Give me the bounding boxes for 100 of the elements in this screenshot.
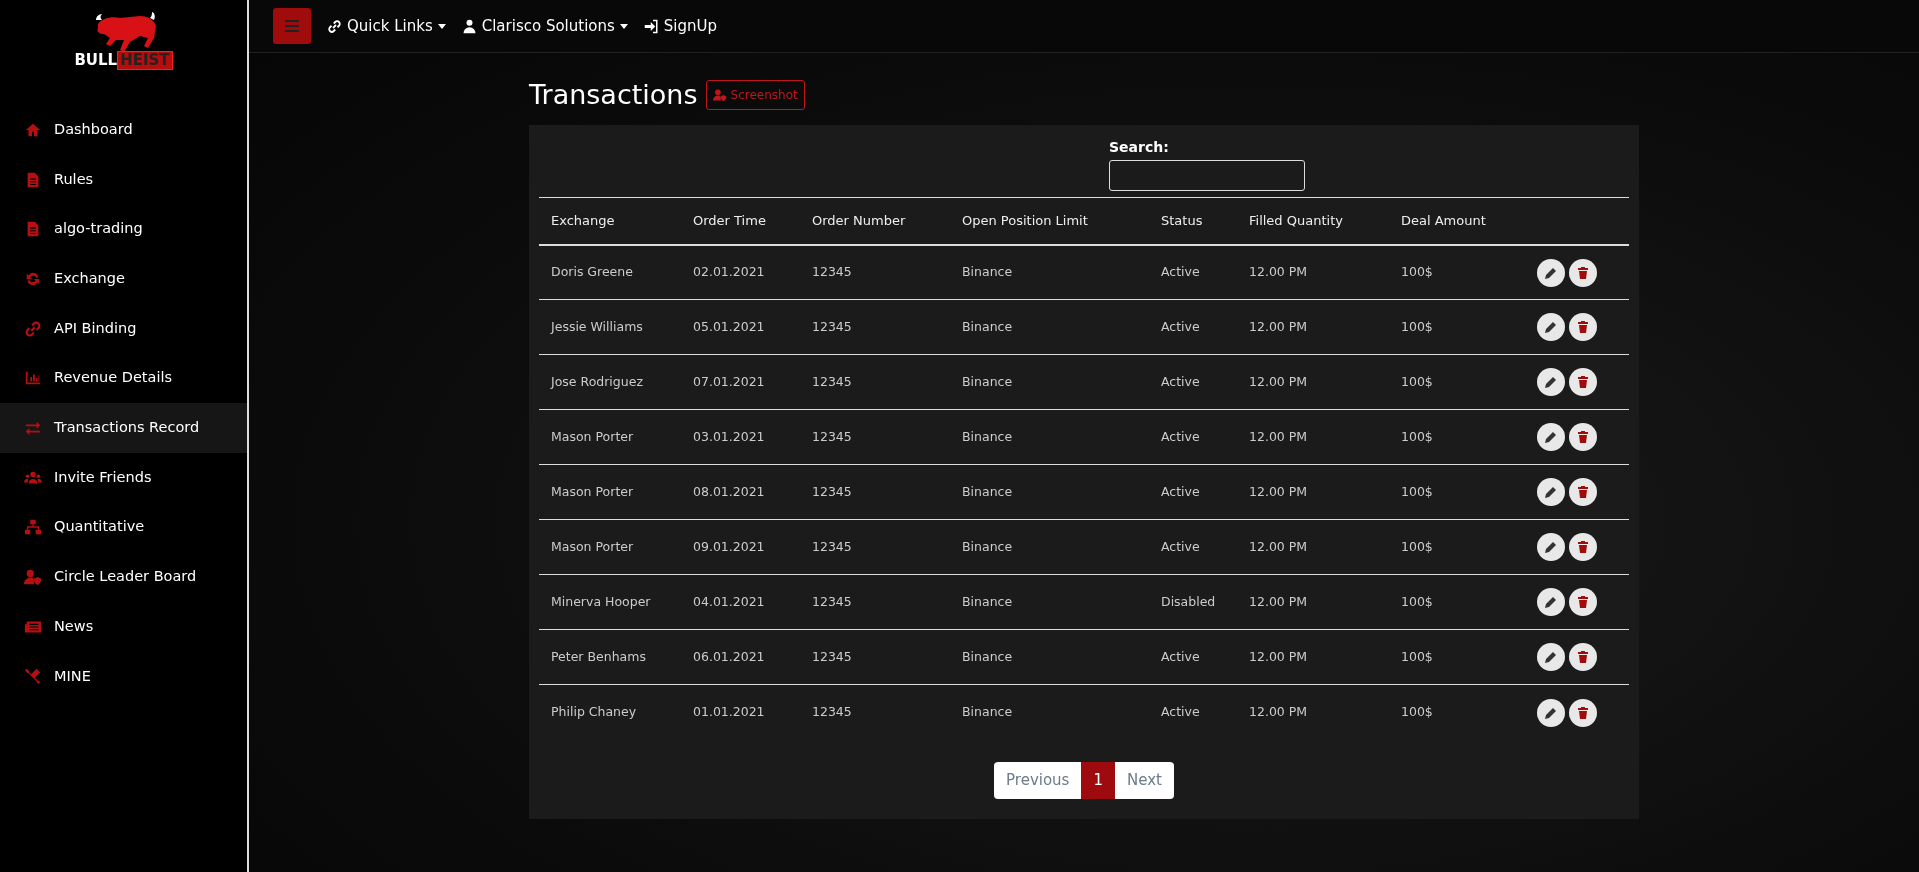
pencil-icon xyxy=(1544,430,1558,445)
table-cell: 07.01.2021 xyxy=(681,354,800,410)
table-cell: 04.01.2021 xyxy=(681,574,800,630)
pencil-icon xyxy=(1544,265,1558,280)
column-header: Order Number xyxy=(800,197,950,245)
delete-button[interactable] xyxy=(1569,258,1597,287)
table-cell: Binance xyxy=(950,519,1149,575)
table-cell: Active xyxy=(1149,519,1237,575)
user-shield-icon xyxy=(712,88,727,103)
table-cell: 12.00 PM xyxy=(1237,684,1389,740)
edit-button[interactable] xyxy=(1537,643,1565,672)
trash-icon xyxy=(1576,650,1590,665)
sidebar-item[interactable]: Quantitative xyxy=(0,502,247,553)
sidebar-item[interactable]: News xyxy=(0,601,247,652)
pencil-icon xyxy=(1544,595,1558,610)
sidebar-item[interactable]: Transactions Record xyxy=(0,403,247,453)
column-header: Open Position Limit xyxy=(950,197,1149,245)
table-cell: Active xyxy=(1149,299,1237,355)
table-cell: 12345 xyxy=(800,409,950,465)
pencil-icon xyxy=(1544,705,1558,720)
nav-link[interactable]: SignUp xyxy=(643,14,718,38)
table-cell: Binance xyxy=(950,299,1149,355)
edit-button[interactable] xyxy=(1537,368,1565,397)
table-cell: Jessie Williams xyxy=(539,299,681,355)
table-cell: Doris Greene xyxy=(539,244,681,300)
table-cell: Active xyxy=(1149,354,1237,410)
pencil-icon xyxy=(1544,485,1558,500)
delete-button[interactable] xyxy=(1569,423,1597,452)
delete-button[interactable] xyxy=(1569,643,1597,672)
sidebar-item[interactable]: Rules xyxy=(0,154,247,205)
table-cell: Binance xyxy=(950,629,1149,685)
edit-button[interactable] xyxy=(1537,313,1565,342)
sidebar-item[interactable]: algo-trading xyxy=(0,204,247,255)
table-cell: Mason Porter xyxy=(539,464,681,520)
delete-button[interactable] xyxy=(1569,533,1597,562)
table-cell: 100$ xyxy=(1389,464,1525,520)
trash-icon xyxy=(1576,430,1590,445)
pencil-icon xyxy=(1544,540,1558,555)
edit-button[interactable] xyxy=(1537,533,1565,562)
trash-icon xyxy=(1576,595,1590,610)
table-cell: Binance xyxy=(950,684,1149,740)
table-cell: Binance xyxy=(950,574,1149,630)
table-cell: 12345 xyxy=(800,519,950,575)
table-cell: 12345 xyxy=(800,629,950,685)
table-cell: Disabled xyxy=(1149,574,1237,630)
previous-button[interactable]: Previous xyxy=(994,761,1082,799)
search-field[interactable] xyxy=(1109,160,1305,192)
table-cell: 100$ xyxy=(1389,519,1525,575)
sidebar-item[interactable]: Dashboard xyxy=(0,105,247,155)
table-cell: 12345 xyxy=(800,464,950,520)
table-cell: 12.00 PM xyxy=(1237,409,1389,465)
delete-button[interactable] xyxy=(1569,698,1597,727)
table-cell: 12.00 PM xyxy=(1237,629,1389,685)
trash-icon xyxy=(1576,485,1590,500)
table-cell: Mason Porter xyxy=(539,409,681,465)
sidebar-item[interactable]: Revenue Details xyxy=(0,353,247,404)
table-cell: Jose Rodriguez xyxy=(539,354,681,410)
edit-button[interactable] xyxy=(1537,478,1565,507)
delete-button[interactable] xyxy=(1569,588,1597,617)
table-cell: 100$ xyxy=(1389,354,1525,410)
column-header: Exchange xyxy=(539,197,681,245)
sidebar-item[interactable]: Exchange xyxy=(0,254,247,304)
table-cell: Binance xyxy=(950,354,1149,410)
trash-icon xyxy=(1576,375,1590,390)
sidebar-item[interactable]: MINE xyxy=(0,651,247,702)
nav-link[interactable]: Quick Links xyxy=(327,14,446,38)
table-cell: Minerva Hooper xyxy=(539,574,681,630)
link-icon xyxy=(327,18,342,34)
menu-icon xyxy=(285,20,299,32)
table-cell: 12.00 PM xyxy=(1237,519,1389,575)
sidebar-item[interactable]: Circle Leader Board xyxy=(0,552,247,602)
table-cell: 12.00 PM xyxy=(1237,574,1389,630)
hierarchy-icon xyxy=(24,518,42,537)
table-cell: 12345 xyxy=(800,684,950,740)
table-cell: 100$ xyxy=(1389,244,1525,300)
edit-button[interactable] xyxy=(1537,258,1565,287)
table-cell: Peter Benhams xyxy=(539,629,681,685)
edit-button[interactable] xyxy=(1537,698,1565,727)
search-label: Search: xyxy=(1109,138,1170,158)
page-button[interactable]: 1 xyxy=(1081,761,1115,799)
nav-link[interactable]: Clarisco Solutions xyxy=(461,14,628,38)
delete-button[interactable] xyxy=(1569,313,1597,342)
trash-icon xyxy=(1576,705,1590,720)
table-cell: 12.00 PM xyxy=(1237,354,1389,410)
table-cell: 12345 xyxy=(800,299,950,355)
sidebar-item[interactable]: Invite Friends xyxy=(0,452,247,503)
next-button[interactable]: Next xyxy=(1115,761,1174,799)
tools-icon xyxy=(24,667,42,686)
column-header: Deal Amount xyxy=(1389,197,1525,245)
sidebar-item[interactable]: API Binding xyxy=(0,303,247,354)
table-cell: 100$ xyxy=(1389,684,1525,740)
user-shield-icon xyxy=(24,568,42,587)
delete-button[interactable] xyxy=(1569,478,1597,507)
edit-button[interactable] xyxy=(1537,588,1565,617)
edit-button[interactable] xyxy=(1537,423,1565,452)
link-icon xyxy=(24,319,42,338)
table-cell: 12345 xyxy=(800,354,950,410)
delete-button[interactable] xyxy=(1569,368,1597,397)
user-icon xyxy=(461,18,477,34)
table-cell: 12345 xyxy=(800,244,950,300)
